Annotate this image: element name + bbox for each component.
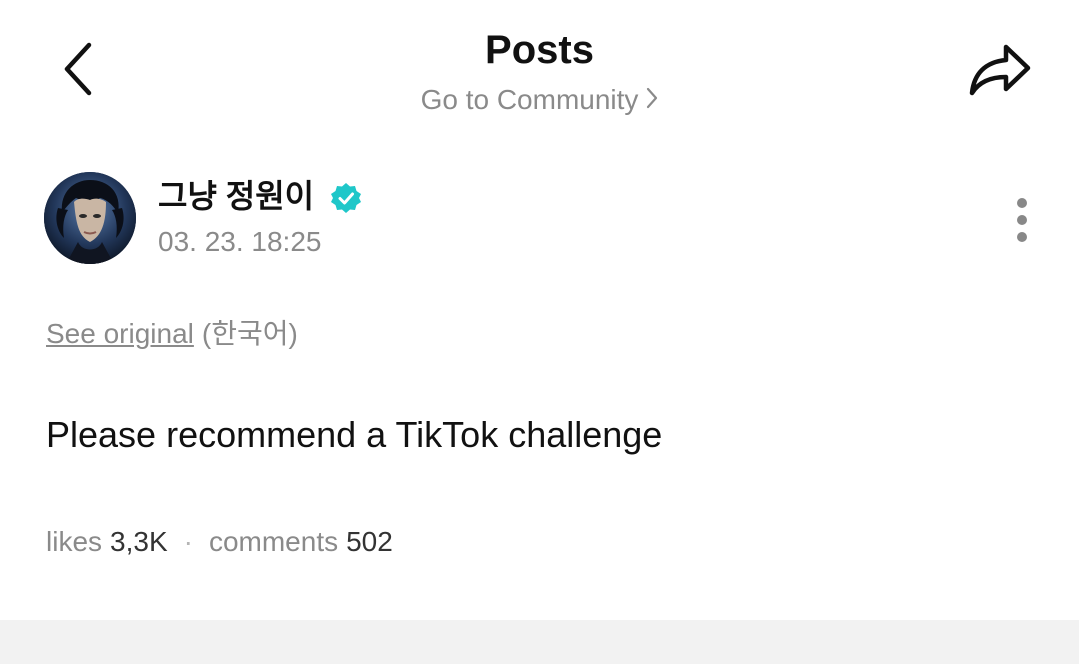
chevron-right-icon bbox=[646, 82, 658, 118]
original-language: (한국어) bbox=[201, 318, 298, 349]
verified-badge-icon bbox=[331, 183, 361, 213]
top-header: Posts Go to Community bbox=[0, 0, 1079, 140]
likes-label: likes bbox=[46, 526, 103, 557]
more-vertical-icon-dot-3 bbox=[1017, 232, 1027, 242]
more-options-button[interactable] bbox=[1002, 192, 1042, 248]
share-button[interactable] bbox=[962, 36, 1038, 102]
comments-count: 502 bbox=[346, 526, 393, 557]
avatar-portrait bbox=[44, 172, 136, 264]
see-original-link[interactable]: See original bbox=[46, 318, 194, 349]
avatar[interactable] bbox=[44, 172, 136, 264]
post-timestamp: 03. 23. 18:25 bbox=[158, 226, 322, 257]
go-to-community-link[interactable]: Go to Community bbox=[0, 82, 1079, 118]
comments-stat[interactable]: comments 502 bbox=[209, 526, 393, 557]
section-divider bbox=[0, 620, 1079, 664]
author-name[interactable]: 그냥 정원이 bbox=[158, 174, 314, 218]
share-arrow-icon bbox=[969, 44, 1031, 96]
stats-separator: · bbox=[183, 526, 193, 557]
community-link-label: Go to Community bbox=[420, 84, 639, 115]
post-author: 그냥 정원이 03. 23. 18:25 bbox=[44, 172, 1044, 268]
likes-count: 3,3K bbox=[110, 526, 168, 557]
likes-stat[interactable]: likes 3,3K bbox=[46, 526, 168, 557]
comments-label: comments bbox=[208, 526, 339, 557]
more-vertical-icon-dot-2 bbox=[1017, 215, 1027, 225]
more-vertical-icon bbox=[1017, 198, 1027, 208]
post-text: Please recommend a TikTok challenge bbox=[46, 414, 663, 455]
post-stats: likes 3,3K · comments 502 bbox=[46, 522, 393, 562]
translation-notice: See original (한국어) bbox=[46, 314, 298, 354]
page-title: Posts bbox=[485, 28, 594, 72]
